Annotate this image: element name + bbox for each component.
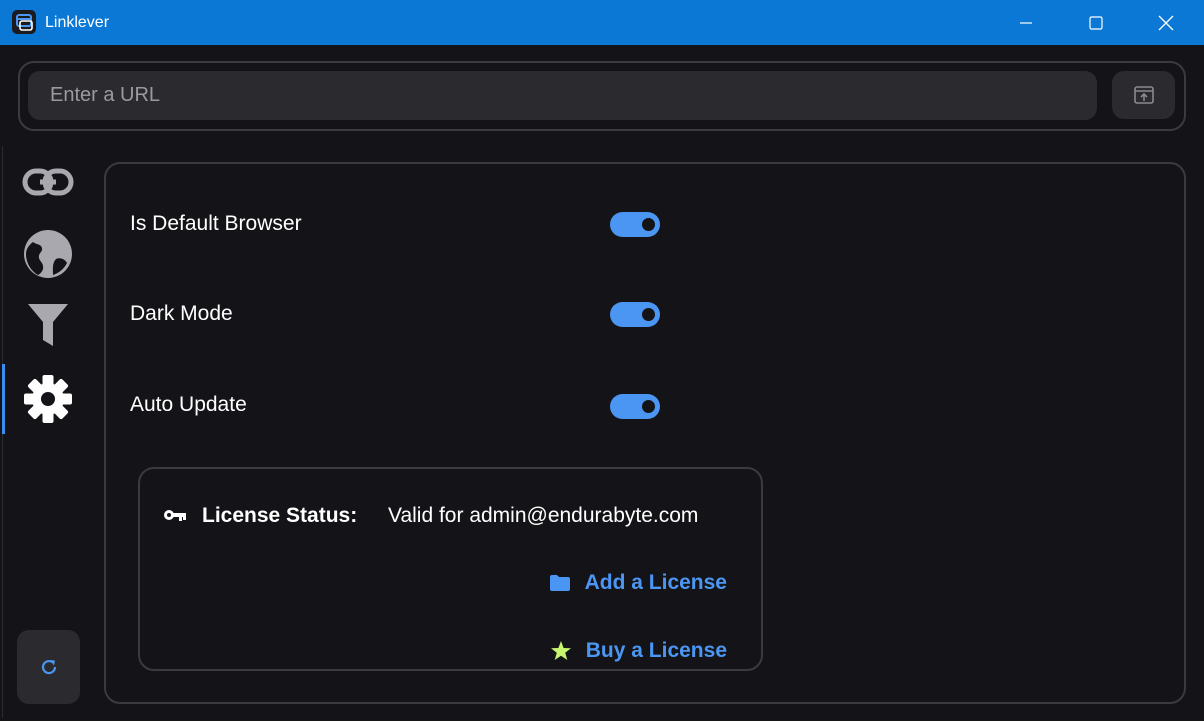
close-button[interactable]: [1131, 0, 1201, 45]
maximize-button[interactable]: [1061, 0, 1131, 45]
minimize-icon: [1020, 21, 1032, 24]
sidebar-item-links[interactable]: [2, 152, 94, 212]
globe-icon: [24, 230, 72, 278]
link-icon: [22, 168, 74, 196]
star-icon: [550, 641, 571, 660]
auto-update-toggle[interactable]: [610, 394, 660, 419]
dark-mode-label: Dark Mode: [130, 302, 233, 325]
license-status-value: Valid for admin@endurabyte.com: [388, 504, 699, 527]
window-title: Linklever: [45, 14, 110, 31]
license-status-label: License Status:: [202, 504, 358, 527]
buy-license-link[interactable]: Buy a License: [550, 639, 727, 663]
sidebar-item-filters[interactable]: [2, 293, 94, 357]
sidebar-item-settings[interactable]: [2, 364, 94, 434]
key-icon: [164, 510, 186, 521]
toggle-knob: [642, 218, 655, 231]
open-url-button[interactable]: [1112, 71, 1175, 119]
refresh-button[interactable]: [17, 630, 80, 704]
close-icon: [1158, 15, 1174, 30]
gear-icon: [24, 375, 72, 423]
folder-icon: [549, 575, 570, 591]
open-in-window-icon: [1133, 86, 1154, 104]
title-bar[interactable]: Linklever: [0, 0, 1204, 45]
sidebar-item-browsers[interactable]: [2, 222, 94, 286]
toggle-knob: [642, 400, 655, 413]
default-browser-label: Is Default Browser: [130, 212, 302, 235]
app-logo-icon: [12, 10, 36, 34]
maximize-icon: [1089, 15, 1103, 30]
minimize-button[interactable]: [991, 0, 1061, 45]
default-browser-toggle[interactable]: [610, 212, 660, 237]
dark-mode-toggle[interactable]: [610, 302, 660, 327]
add-license-link[interactable]: Add a License: [549, 571, 727, 595]
auto-update-label: Auto Update: [130, 393, 247, 416]
buy-license-label: Buy a License: [585, 639, 727, 662]
url-input[interactable]: [28, 71, 1097, 120]
refresh-icon: [41, 659, 56, 675]
add-license-label: Add a License: [584, 571, 727, 594]
toggle-knob: [642, 308, 655, 321]
filter-icon: [28, 304, 68, 346]
